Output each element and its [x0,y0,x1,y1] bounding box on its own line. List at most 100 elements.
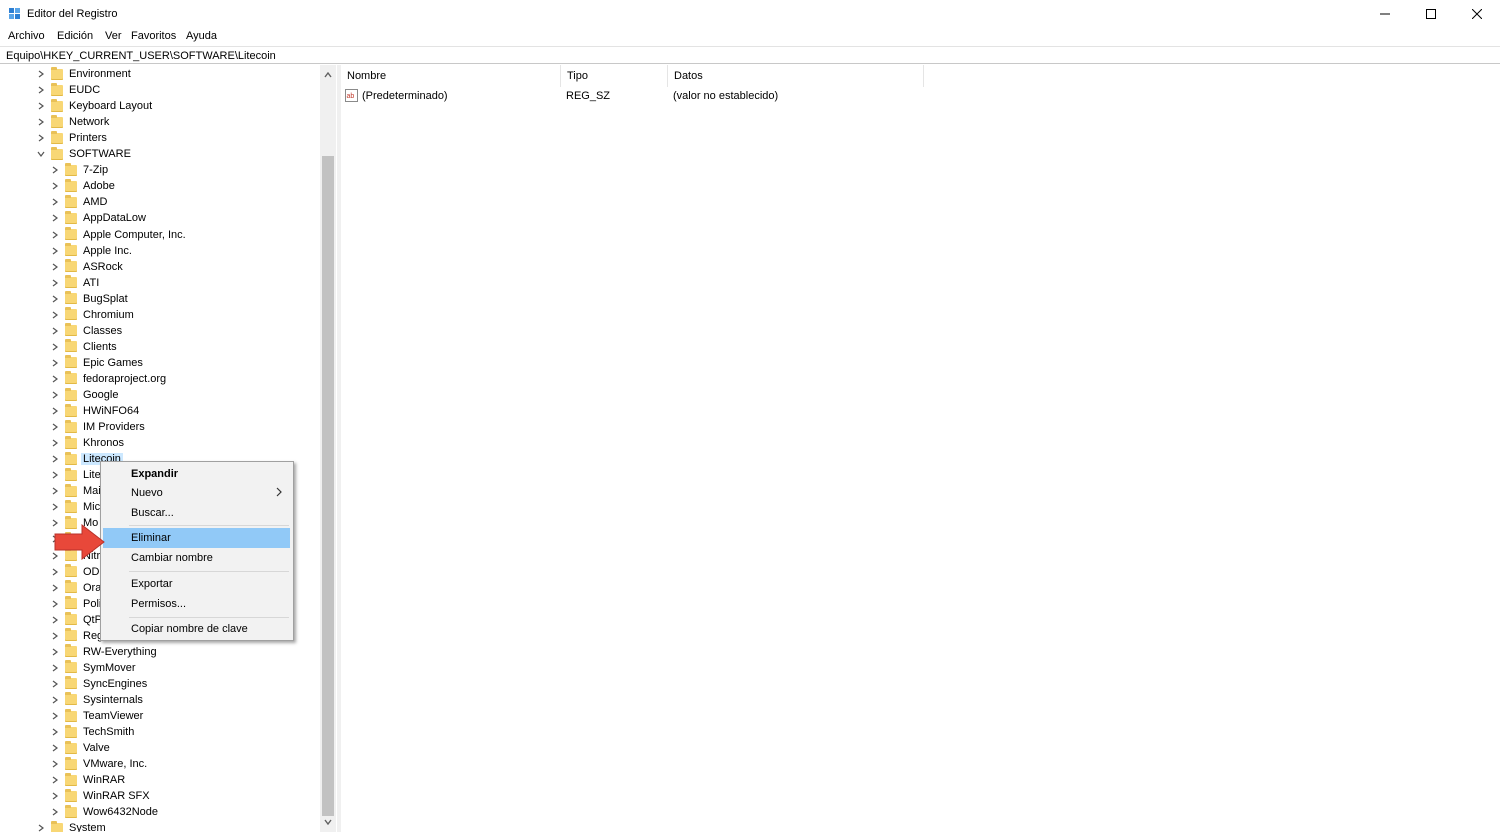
chevron-right-icon[interactable] [50,708,60,724]
minimize-button[interactable] [1362,0,1408,28]
tree-item[interactable]: WinRAR [50,772,127,788]
tree-item[interactable]: AMD [50,194,109,210]
tree-item[interactable]: VMware, Inc. [50,756,149,772]
chevron-right-icon[interactable] [50,724,60,740]
chevron-right-icon[interactable] [36,98,46,114]
tree-item[interactable]: WinRAR SFX [50,788,152,804]
scroll-up-button[interactable] [320,67,336,83]
close-button[interactable] [1454,0,1500,28]
address-bar[interactable]: Equipo\HKEY_CURRENT_USER\SOFTWARE\Liteco… [0,46,1500,64]
menu-item-expandir[interactable]: Expandir [103,464,290,484]
maximize-button[interactable] [1408,0,1454,28]
menu-item-exportar[interactable]: Exportar [103,574,290,594]
chevron-right-icon[interactable] [50,772,60,788]
chevron-right-icon[interactable] [50,580,60,596]
chevron-down-icon[interactable] [36,146,46,162]
tree-item[interactable]: Khronos [50,435,126,451]
tree-item[interactable]: QtP [50,612,104,628]
chevron-right-icon[interactable] [50,178,60,194]
tree-item[interactable]: Valve [50,740,112,756]
tree-item[interactable]: Epic Games [50,355,145,371]
chevron-right-icon[interactable] [50,756,60,772]
chevron-right-icon[interactable] [50,483,60,499]
tree-item[interactable]: Google [50,387,120,403]
tree-item[interactable]: TechSmith [50,724,136,740]
menu-item-copiar-nombre[interactable]: Copiar nombre de clave [103,619,290,639]
tree-item[interactable]: Wow6432Node [50,804,160,820]
tree-item[interactable]: RW-Everything [50,644,159,660]
menu-archivo[interactable]: Archivo [8,30,45,42]
menu-item-buscar[interactable]: Buscar... [103,503,290,523]
tree-item[interactable]: ASRock [50,259,125,275]
address-path[interactable]: Equipo\HKEY_CURRENT_USER\SOFTWARE\Liteco… [6,50,276,62]
tree-item[interactable]: Printers [36,130,109,146]
tree-item[interactable]: AppDataLow [50,210,148,226]
tree-scrollbar[interactable] [320,65,336,832]
chevron-right-icon[interactable] [50,371,60,387]
tree-item[interactable]: Adobe [50,178,117,194]
chevron-right-icon[interactable] [50,564,60,580]
chevron-right-icon[interactable] [50,210,60,226]
chevron-right-icon[interactable] [36,66,46,82]
column-header-tipo[interactable]: Tipo [561,65,668,87]
chevron-right-icon[interactable] [50,499,60,515]
values-list[interactable]: Nombre Tipo Datos ab (Predeterminado) RE… [341,65,1500,832]
tree-item[interactable]: Clients [50,339,119,355]
tree-item[interactable]: ATI [50,275,101,291]
tree-item[interactable]: Apple Computer, Inc. [50,227,188,243]
chevron-right-icon[interactable] [50,243,60,259]
tree-item[interactable]: Keyboard Layout [36,98,154,114]
tree-item[interactable]: Environment [36,66,133,82]
menu-ayuda[interactable]: Ayuda [186,30,217,42]
tree-item[interactable]: Reg [50,628,105,644]
value-row[interactable]: ab (Predeterminado) REG_SZ (valor no est… [341,87,1500,105]
column-header-nombre[interactable]: Nombre [341,65,561,87]
chevron-right-icon[interactable] [50,467,60,483]
tree-item[interactable]: BugSplat [50,291,130,307]
chevron-right-icon[interactable] [50,403,60,419]
menu-item-permisos[interactable]: Permisos... [103,594,290,614]
chevron-right-icon[interactable] [36,130,46,146]
scroll-thumb[interactable] [322,156,334,816]
chevron-right-icon[interactable] [50,275,60,291]
scroll-down-button[interactable] [320,814,336,830]
chevron-right-icon[interactable] [50,419,60,435]
chevron-right-icon[interactable] [50,628,60,644]
chevron-right-icon[interactable] [50,307,60,323]
chevron-right-icon[interactable] [50,355,60,371]
tree-item[interactable]: IM Providers [50,419,147,435]
tree-item[interactable]: SyncEngines [50,676,149,692]
menu-ver[interactable]: Ver [105,30,122,42]
menu-edicion[interactable]: Edición [57,30,93,42]
tree-item[interactable]: Ora [50,580,103,596]
menu-favoritos[interactable]: Favoritos [131,30,176,42]
tree-item[interactable]: Apple Inc. [50,243,134,259]
chevron-right-icon[interactable] [50,323,60,339]
chevron-right-icon[interactable] [50,804,60,820]
menu-item-nuevo[interactable]: Nuevo [103,483,290,503]
tree-item[interactable]: SymMover [50,660,138,676]
chevron-right-icon[interactable] [50,644,60,660]
tree-item[interactable]: Chromium [50,307,136,323]
chevron-right-icon[interactable] [50,676,60,692]
chevron-right-icon[interactable] [50,435,60,451]
tree-item[interactable]: System [36,820,108,832]
tree-item[interactable]: SOFTWARE [36,146,133,162]
chevron-right-icon[interactable] [50,660,60,676]
tree-item[interactable]: Mic [50,499,102,515]
menu-item-eliminar[interactable]: Eliminar [103,528,290,548]
chevron-right-icon[interactable] [50,740,60,756]
chevron-right-icon[interactable] [50,596,60,612]
chevron-right-icon[interactable] [50,451,60,467]
chevron-right-icon[interactable] [50,259,60,275]
chevron-right-icon[interactable] [50,612,60,628]
tree-item[interactable]: Classes [50,323,124,339]
chevron-right-icon[interactable] [50,339,60,355]
tree-item[interactable]: Sysinternals [50,692,145,708]
key-tree[interactable]: Environment EUDC Keyboard Layout Network Pri… [0,65,338,832]
chevron-right-icon[interactable] [50,194,60,210]
tree-item[interactable]: Mai [50,483,103,499]
column-header-datos[interactable]: Datos [668,65,924,87]
tree-item[interactable]: Poli [50,596,103,612]
chevron-right-icon[interactable] [50,387,60,403]
